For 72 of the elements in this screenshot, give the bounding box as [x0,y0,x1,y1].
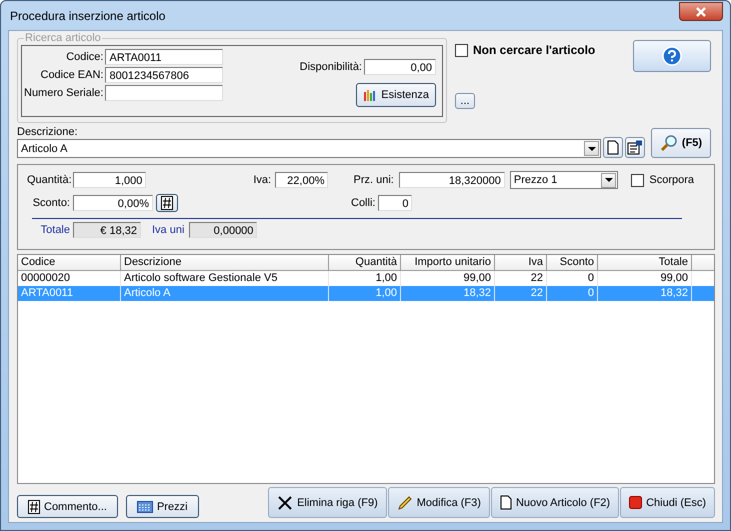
description-combo[interactable]: Articolo A [17,139,601,158]
input-field[interactable]: 1,000 [73,172,146,188]
column-header[interactable]: Codice [18,255,121,271]
table-cell: 1,00 [329,286,401,301]
field-label: Colli: [351,197,376,209]
total-value: € 18,32 [73,222,141,238]
toolbar-button[interactable]: Commento... [17,495,118,518]
field-label: Codice EAN: [40,69,104,81]
table-cell: ARTA0011 [18,286,121,301]
column-header[interactable]: Iva [495,255,547,271]
group-legend: Ricerca articolo [24,32,102,44]
find-button[interactable]: (F5) [651,128,711,158]
stop-icon [629,496,642,509]
column-header[interactable]: Importo unitario [401,255,495,271]
help-button[interactable] [633,40,711,72]
pencil-icon [396,494,413,510]
table-cell: 18,32 [401,286,495,301]
help-icon [662,46,682,66]
table-cell: 18,32 [598,286,692,301]
field-label: Numero Seriale: [24,87,104,99]
column-header[interactable]: Sconto [547,255,598,271]
total-label: Totale [40,224,70,236]
keypad-icon [136,500,153,512]
scorpora-checkbox[interactable]: Scorpora [631,174,694,186]
field-label: Quantità: [27,174,70,186]
caret-icon [588,146,596,150]
input-field[interactable]: 0,00 [364,59,436,75]
document-icon [607,140,619,155]
field-label: Sconto: [32,197,70,209]
skip-search-checkbox[interactable]: Non cercare l'articolo [455,43,625,57]
cross-icon [277,494,294,510]
form-icon [627,140,643,155]
close-icon [695,6,707,16]
window-title: Procedura inserzione articolo [9,8,166,22]
properties-button[interactable] [625,137,645,158]
more-button[interactable]: ... [455,93,475,109]
input-field[interactable]: 0,00% [73,195,153,211]
hash-icon [161,196,173,210]
stock-button[interactable]: Esistenza [356,83,436,107]
hash-icon [28,500,40,514]
input-field[interactable]: 18,320000 [398,172,505,188]
table-cell: Articolo A [121,286,329,301]
field-label: Codice: [66,51,104,63]
table-cell: 22 [495,286,547,301]
search-icon [660,134,678,152]
new-document-button[interactable] [603,137,623,158]
field-label: Prz. uni: [353,174,394,186]
field-label: Iva: [253,174,272,186]
input-field[interactable] [105,85,224,101]
action-button[interactable]: Nuovo Articolo (F2) [490,487,620,518]
field-label: Disponibilità: [300,61,362,73]
table-cell: 0 [547,286,598,301]
input-field[interactable]: 0 [378,195,412,211]
unit-vat-value: 0,00000 [189,222,258,238]
toolbar-button[interactable]: Prezzi [126,495,199,518]
bar-chart-icon [363,89,378,101]
input-field[interactable]: 8001234567806 [105,67,224,83]
action-button[interactable]: Chiudi (Esc) [620,487,715,518]
column-header[interactable]: Totale [598,255,692,271]
close-button[interactable] [679,2,723,21]
discount-button[interactable] [156,194,178,212]
action-button[interactable]: Elimina riga (F9) [268,487,387,518]
action-button[interactable]: Modifica (F3) [388,487,490,518]
column-header[interactable]: Quantità [329,255,401,271]
unit-vat-label: Iva uni [152,224,184,236]
input-field[interactable]: 22,00% [275,172,328,188]
document-icon [500,495,512,510]
price-list-combo[interactable]: Prezzo 1 [510,171,618,189]
field-label: Descrizione: [17,126,79,138]
input-field[interactable]: ARTA0011 [105,49,224,65]
caret-icon [604,178,613,182]
column-header[interactable]: Descrizione [121,255,329,271]
